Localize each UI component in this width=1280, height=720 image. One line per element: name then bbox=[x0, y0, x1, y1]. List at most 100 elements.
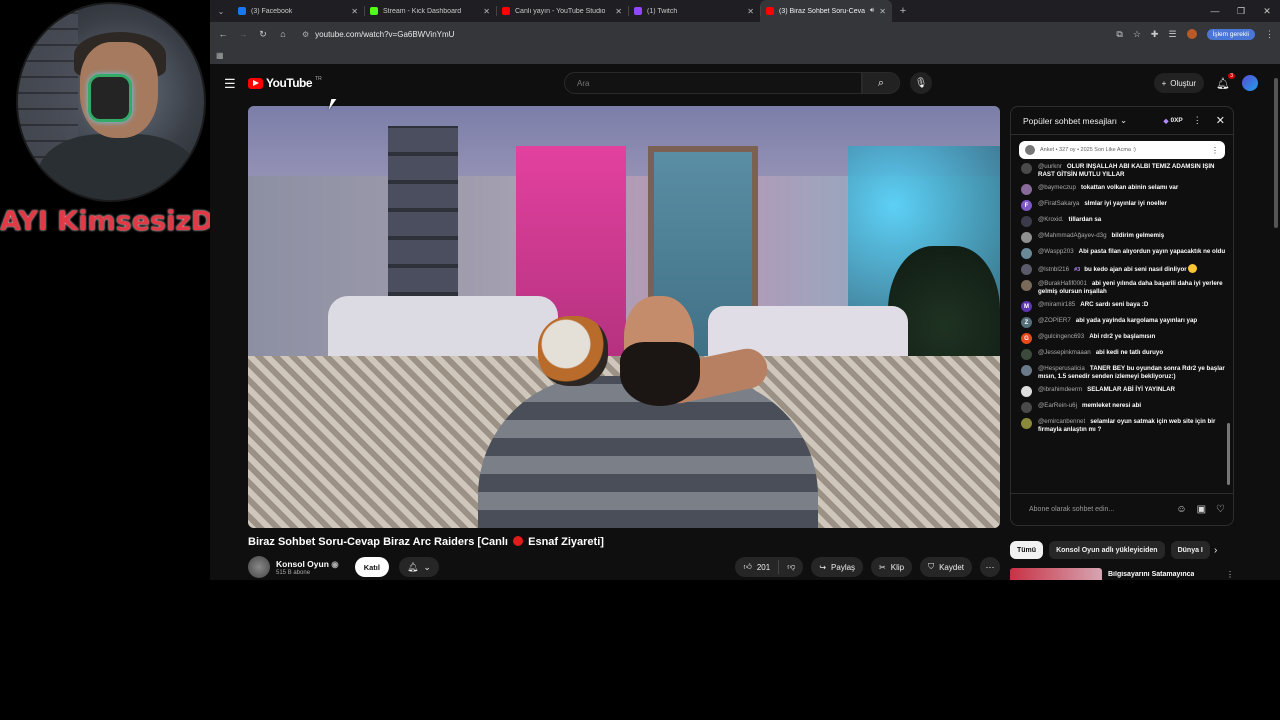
chat-message[interactable]: @lstnbl216 #3 bu kedo ajan abi seni nasıl … bbox=[1021, 264, 1227, 275]
super-chat-icon[interactable]: ▣ bbox=[1197, 504, 1206, 515]
chat-author-avatar[interactable] bbox=[1021, 184, 1032, 195]
heart-icon[interactable]: ♡ bbox=[1216, 504, 1225, 515]
chat-author-avatar[interactable] bbox=[1021, 402, 1032, 413]
tab-youtube-studio[interactable]: Canlı yayın - YouTube Studio ✕ bbox=[496, 0, 628, 22]
channel-name[interactable]: Konsol Oyun ◉ bbox=[276, 559, 339, 570]
pinned-poll-banner[interactable]: Anket • 327 oy • 2025 Son Like Acma :) ⋮ bbox=[1019, 141, 1225, 159]
more-actions-icon[interactable]: ⋯ bbox=[980, 557, 1000, 577]
share-button[interactable]: ↪ Paylaş bbox=[811, 557, 864, 577]
chevron-right-icon[interactable]: › bbox=[1214, 545, 1217, 556]
filter-chip[interactable]: Tümü bbox=[1010, 541, 1044, 559]
close-icon[interactable]: ✕ bbox=[351, 7, 358, 16]
close-icon[interactable]: ✕ bbox=[747, 7, 754, 16]
bookmark-star-icon[interactable]: ☆ bbox=[1133, 29, 1141, 40]
pinned-more-icon[interactable]: ⋮ bbox=[1211, 146, 1219, 155]
recommendation-item[interactable]: Bilgisayarını Satamayınca ⋮ bbox=[1010, 568, 1234, 580]
tab-facebook[interactable]: (3) Facebook ✕ bbox=[232, 0, 364, 22]
chat-message[interactable]: @MahmmadAğayev-d3g bildirim gelmemiş bbox=[1021, 232, 1227, 243]
chat-author-avatar[interactable] bbox=[1021, 248, 1032, 259]
chat-author-name[interactable]: @ibrahimdeerm bbox=[1038, 386, 1082, 393]
tab-search-icon[interactable]: ⌄ bbox=[210, 7, 232, 16]
chat-author-avatar[interactable]: G bbox=[1021, 333, 1032, 344]
chat-author-avatar[interactable]: M bbox=[1021, 301, 1032, 312]
site-info-icon[interactable]: ⚙︎ bbox=[302, 30, 309, 39]
like-button[interactable]: 👍︎ 201 bbox=[735, 560, 780, 574]
subscribed-bell-button[interactable]: 🔔︎ ⌄ bbox=[398, 557, 439, 577]
extensions-icon[interactable]: ✚ bbox=[1151, 29, 1159, 40]
chat-author-name[interactable]: @Kroxid. bbox=[1038, 216, 1064, 223]
minimize-icon[interactable]: — bbox=[1202, 6, 1228, 17]
chat-message[interactable]: F @FiratSakarya slmlar iyi yayınlar iyi no… bbox=[1021, 200, 1227, 211]
chat-author-name[interactable]: @EarRein-u6j bbox=[1038, 402, 1077, 409]
chat-message[interactable]: @EarRein-u6j memleket neresi abi bbox=[1021, 402, 1227, 413]
close-icon[interactable]: ✕ bbox=[483, 7, 490, 16]
chat-author-name[interactable]: @FiratSakarya bbox=[1038, 200, 1079, 207]
recommendation-more-icon[interactable]: ⋮ bbox=[1226, 570, 1234, 579]
video-player[interactable] bbox=[248, 106, 1000, 528]
chat-author-name[interactable]: @miramir185 bbox=[1038, 301, 1075, 308]
chat-author-name[interactable]: @uurknr bbox=[1038, 163, 1062, 170]
chat-more-icon[interactable]: ⋮ bbox=[1193, 115, 1202, 126]
chat-message[interactable]: G @gulcingenc693 Abi rdr2 ye başlamısın bbox=[1021, 333, 1227, 344]
chat-scrollbar[interactable] bbox=[1227, 423, 1230, 485]
microphone-icon[interactable]: 🎙︎ bbox=[910, 72, 932, 94]
clip-button[interactable]: ✂ Klip bbox=[871, 557, 913, 577]
chat-author-avatar[interactable] bbox=[1021, 163, 1032, 174]
chat-input[interactable]: Abone olarak sohbet edin... bbox=[1029, 506, 1166, 513]
chat-message[interactable]: M @miramir185 ARC sardı seni baya :D bbox=[1021, 301, 1227, 312]
search-input[interactable] bbox=[564, 72, 862, 94]
chat-author-avatar[interactable] bbox=[1021, 365, 1032, 376]
profile-avatar[interactable] bbox=[1186, 29, 1197, 39]
chat-author-name[interactable]: @Waspp203 bbox=[1038, 248, 1074, 255]
filter-chip[interactable]: Konsol Oyun adlı yükleyiciden bbox=[1049, 541, 1165, 559]
tab-twitch[interactable]: (1) Twitch ✕ bbox=[628, 0, 760, 22]
chat-message[interactable]: @Hesperusalicia TANER BEY bu oyundan sonr… bbox=[1021, 365, 1227, 381]
new-tab-icon[interactable]: + bbox=[892, 5, 914, 17]
account-avatar[interactable] bbox=[1242, 75, 1258, 91]
chat-author-name[interactable]: @ZOPİER7 bbox=[1038, 317, 1071, 324]
restore-icon[interactable]: ❐ bbox=[1228, 6, 1254, 17]
page-scrollbar[interactable] bbox=[1274, 78, 1278, 228]
chat-author-avatar[interactable]: F bbox=[1021, 200, 1032, 211]
profile-action-chip[interactable]: İşlem gerekli bbox=[1206, 28, 1255, 40]
chat-message[interactable]: @baymeczup tokattan volkan abinin selamı … bbox=[1021, 184, 1227, 195]
chat-author-name[interactable]: @Jessepinkmaaan bbox=[1038, 349, 1091, 356]
chat-author-avatar[interactable] bbox=[1021, 264, 1032, 275]
forward-icon[interactable]: → bbox=[236, 29, 250, 39]
reload-icon[interactable]: ↻ bbox=[256, 29, 270, 40]
search-icon[interactable]: ⌕ bbox=[862, 72, 900, 94]
chat-mode-dropdown[interactable]: Popüler sohbet mesajları ⌄ bbox=[1023, 115, 1127, 126]
close-icon[interactable]: ✕ bbox=[879, 7, 886, 16]
chat-author-name[interactable]: @emircanbennet bbox=[1038, 418, 1085, 425]
chat-message[interactable]: @Kroxid. tillardan sa bbox=[1021, 216, 1227, 227]
chat-author-avatar[interactable] bbox=[1021, 232, 1032, 243]
browser-menu-icon[interactable]: ⋮ bbox=[1265, 29, 1274, 40]
chat-author-name[interactable]: @lstnbl216 bbox=[1038, 266, 1069, 273]
install-app-icon[interactable]: ⧉ bbox=[1116, 29, 1122, 40]
recommendation-title[interactable]: Bilgisayarını Satamayınca bbox=[1108, 571, 1194, 578]
home-icon[interactable]: ⌂ bbox=[276, 29, 290, 39]
chat-author-name[interactable]: @MahmmadAğayev-d3g bbox=[1038, 232, 1107, 239]
chat-author-avatar[interactable] bbox=[1021, 280, 1032, 291]
chat-message[interactable]: @Jessepinkmaaan abi kedi ne tatlı duruyo bbox=[1021, 349, 1227, 360]
chat-author-name[interactable]: @gulcingenc693 bbox=[1038, 333, 1084, 340]
dislike-button[interactable]: 👎︎ bbox=[779, 562, 803, 572]
close-window-icon[interactable]: ✕ bbox=[1254, 6, 1280, 17]
chat-author-name[interactable]: @Hesperusalicia bbox=[1038, 365, 1085, 372]
chat-message[interactable]: @uurknr OLUR İNŞALLAH ABİ KALBİ TEMİZ ADA… bbox=[1021, 163, 1227, 179]
channel-avatar[interactable] bbox=[248, 556, 270, 578]
chat-message[interactable]: @BurakHafif0001 abi yeni yılında daha baş… bbox=[1021, 280, 1227, 296]
join-button[interactable]: Katıl bbox=[354, 557, 389, 577]
tab-kick-dashboard[interactable]: Stream - Kick Dashboard ✕ bbox=[364, 0, 496, 22]
url-field[interactable]: ⚙︎ youtube.com/watch?v=Ga6BWVinYmU bbox=[296, 25, 1111, 43]
speaker-icon[interactable]: 🔊︎ bbox=[870, 7, 874, 15]
tab-youtube-watch[interactable]: (3) Biraz Sohbet Soru-Cevap 🔊︎ ✕ bbox=[760, 0, 892, 22]
back-icon[interactable]: ← bbox=[216, 29, 230, 39]
chat-author-avatar[interactable] bbox=[1021, 349, 1032, 360]
recommendation-thumbnail[interactable] bbox=[1010, 568, 1102, 580]
chat-close-icon[interactable]: ✕ bbox=[1216, 114, 1225, 127]
notifications-button[interactable]: 🔔︎ 3 bbox=[1216, 72, 1235, 90]
menu-icon[interactable]: ☰ bbox=[224, 76, 236, 92]
chat-message[interactable]: Z @ZOPİER7 abi yada yayinda kargolama yayı… bbox=[1021, 317, 1227, 328]
youtube-logo[interactable]: YouTube TR bbox=[248, 76, 322, 90]
